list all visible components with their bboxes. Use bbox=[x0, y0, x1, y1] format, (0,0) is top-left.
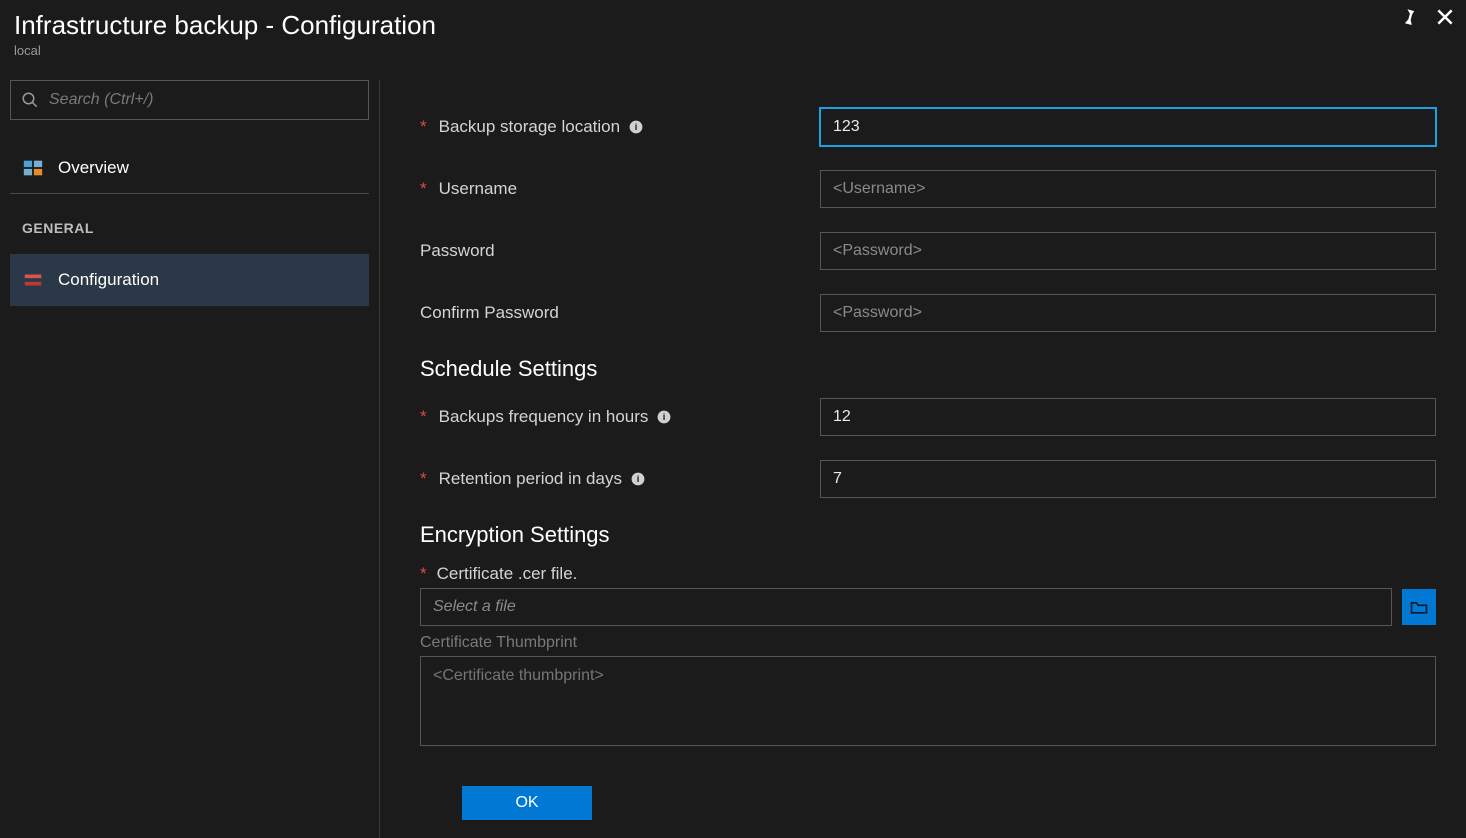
search-box[interactable] bbox=[10, 80, 369, 120]
pin-icon[interactable] bbox=[1398, 6, 1420, 28]
header-actions bbox=[1398, 6, 1456, 28]
sidebar-section-general: GENERAL bbox=[10, 194, 369, 254]
blade-body: Overview GENERAL Configuration * Backup … bbox=[0, 62, 1466, 838]
close-icon[interactable] bbox=[1434, 6, 1456, 28]
cert-file-input[interactable] bbox=[420, 588, 1392, 626]
blade-root: Infrastructure backup - Configuration lo… bbox=[0, 0, 1466, 838]
label-confirm-password: Confirm Password bbox=[420, 303, 820, 323]
label-cert-thumbprint: Certificate Thumbprint bbox=[420, 634, 1436, 652]
row-username: * Username bbox=[420, 170, 1436, 208]
row-cert-file: * Certificate .cer file. bbox=[420, 564, 1436, 626]
password-input[interactable] bbox=[820, 232, 1436, 270]
backup-location-input[interactable] bbox=[820, 108, 1436, 146]
cert-thumbprint-input[interactable] bbox=[420, 656, 1436, 746]
sidebar-item-overview[interactable]: Overview bbox=[10, 142, 369, 194]
search-input[interactable] bbox=[49, 91, 358, 109]
browse-file-button[interactable] bbox=[1402, 589, 1436, 625]
label-cert-file: * Certificate .cer file. bbox=[420, 564, 1436, 584]
required-marker: * bbox=[420, 179, 427, 199]
frequency-input[interactable] bbox=[820, 398, 1436, 436]
label-username: * Username bbox=[420, 179, 820, 199]
row-confirm-password: Confirm Password bbox=[420, 294, 1436, 332]
search-icon bbox=[21, 91, 39, 109]
configuration-icon bbox=[22, 269, 44, 291]
required-marker: * bbox=[420, 407, 427, 427]
blade-header: Infrastructure backup - Configuration lo… bbox=[0, 0, 1466, 62]
row-frequency: * Backups frequency in hours i bbox=[420, 398, 1436, 436]
username-input[interactable] bbox=[820, 170, 1436, 208]
ok-button[interactable]: OK bbox=[462, 786, 592, 820]
content-pane: * Backup storage location i * Username bbox=[380, 80, 1466, 838]
page-subtitle: local bbox=[14, 43, 1452, 58]
sidebar-item-label: Configuration bbox=[58, 270, 159, 290]
label-password: Password bbox=[420, 241, 820, 261]
row-backup-location: * Backup storage location i bbox=[420, 108, 1436, 146]
info-icon[interactable]: i bbox=[628, 119, 644, 135]
folder-icon bbox=[1409, 597, 1429, 617]
sidebar-item-configuration[interactable]: Configuration bbox=[10, 254, 369, 306]
row-password: Password bbox=[420, 232, 1436, 270]
info-icon[interactable]: i bbox=[656, 409, 672, 425]
sidebar: Overview GENERAL Configuration bbox=[0, 80, 380, 838]
required-marker: * bbox=[420, 564, 427, 584]
svg-text:i: i bbox=[635, 122, 638, 132]
svg-text:i: i bbox=[637, 474, 640, 484]
required-marker: * bbox=[420, 469, 427, 489]
label-frequency: * Backups frequency in hours i bbox=[420, 407, 820, 427]
svg-text:i: i bbox=[663, 412, 666, 422]
retention-input[interactable] bbox=[820, 460, 1436, 498]
overview-icon bbox=[22, 157, 44, 179]
page-title: Infrastructure backup - Configuration bbox=[14, 10, 1452, 41]
info-icon[interactable]: i bbox=[630, 471, 646, 487]
confirm-password-input[interactable] bbox=[820, 294, 1436, 332]
sidebar-item-label: Overview bbox=[58, 158, 129, 178]
label-retention: * Retention period in days i bbox=[420, 469, 820, 489]
required-marker: * bbox=[420, 117, 427, 137]
label-backup-location: * Backup storage location i bbox=[420, 117, 820, 137]
row-retention: * Retention period in days i bbox=[420, 460, 1436, 498]
schedule-settings-heading: Schedule Settings bbox=[420, 356, 1436, 382]
encryption-settings-heading: Encryption Settings bbox=[420, 522, 1436, 548]
